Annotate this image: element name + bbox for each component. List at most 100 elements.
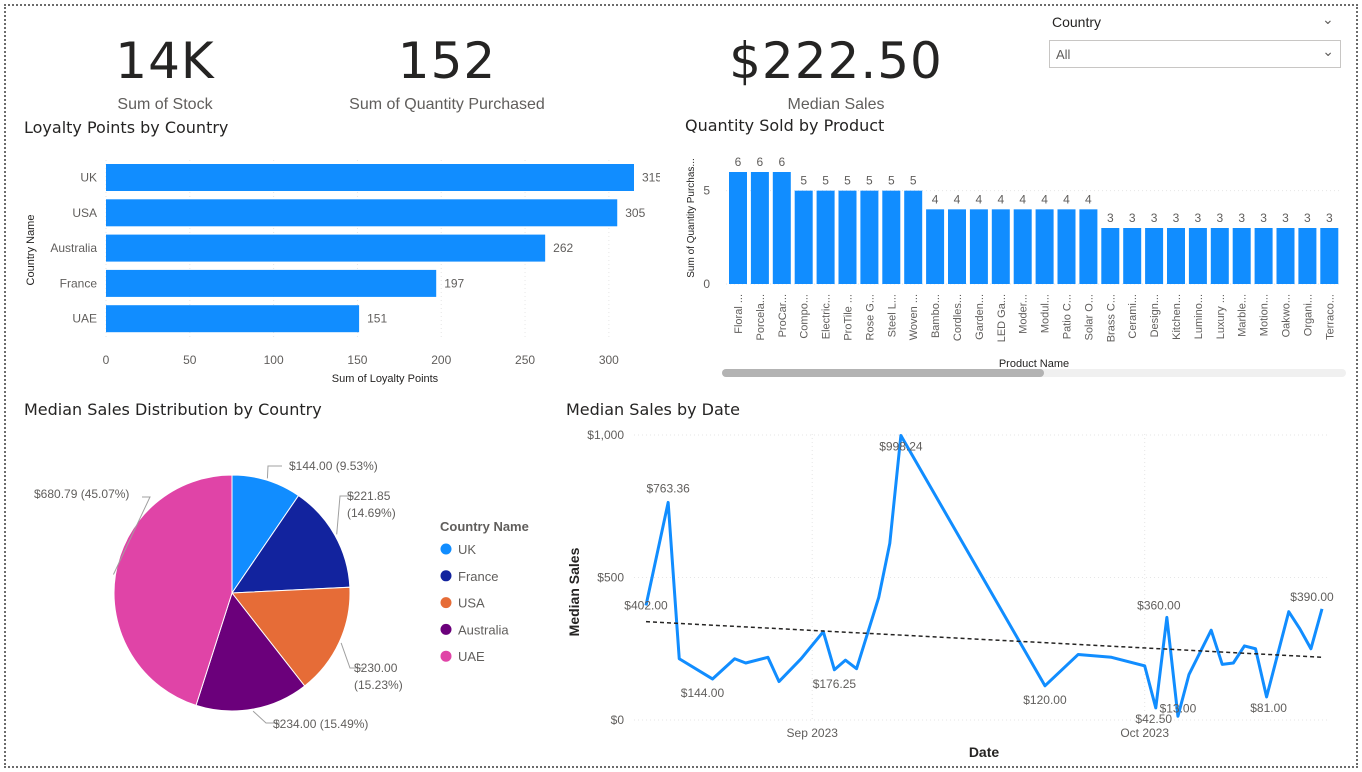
- legend-label: UAE: [458, 649, 485, 664]
- bar: [1210, 228, 1229, 284]
- series-line: [644, 434, 1324, 718]
- legend-marker: [440, 597, 452, 609]
- bar: [991, 209, 1010, 284]
- data-label: 4: [1085, 192, 1092, 206]
- x-tick-label: 100: [264, 353, 284, 367]
- x-tick-label: Lumino...: [1193, 294, 1205, 339]
- data-label: 262: [553, 241, 573, 255]
- data-label: 5: [822, 174, 829, 188]
- data-label: 305: [625, 206, 645, 220]
- x-tick-label: Motion...: [1259, 294, 1271, 336]
- data-label: $680.79 (45.07%): [34, 487, 129, 501]
- bar: [860, 190, 879, 284]
- legend-label: USA: [458, 596, 485, 611]
- data-label: 3: [1282, 211, 1289, 225]
- country-slicer-dropdown[interactable]: All ⌄: [1049, 40, 1341, 68]
- x-tick-label: 300: [599, 353, 619, 367]
- x-tick-label: Cordles...: [952, 294, 964, 341]
- kpi-card-median-sales: $222.50 Median Sales: [716, 36, 956, 114]
- bar: [1013, 209, 1032, 284]
- x-tick-label: Cerami...: [1127, 294, 1139, 339]
- y-axis-title: Median Sales: [566, 547, 582, 636]
- data-label: (14.69%): [347, 506, 396, 520]
- y-tick-label: $0: [611, 713, 625, 727]
- data-label: 4: [976, 192, 983, 206]
- horizontal-scrollbar[interactable]: [722, 369, 1346, 377]
- data-label: 4: [932, 192, 939, 206]
- bar: [1145, 228, 1164, 284]
- data-label: 3: [1151, 211, 1158, 225]
- bar: [1057, 209, 1076, 284]
- data-label: $13.00: [1160, 701, 1197, 715]
- legend-marker: [440, 650, 452, 662]
- x-tick-label: Luxury ...: [1215, 294, 1227, 339]
- legend-marker: [440, 623, 452, 635]
- data-label: $390.00: [1290, 590, 1334, 604]
- bar: [838, 190, 857, 284]
- data-label: 197: [444, 276, 464, 290]
- legend-label: Australia: [458, 622, 509, 637]
- data-label: 4: [1041, 192, 1048, 206]
- bar: [1035, 209, 1054, 284]
- data-label: $81.00: [1250, 701, 1287, 715]
- legend-marker: [440, 570, 452, 582]
- x-tick-label: Floral ...: [733, 294, 745, 334]
- slicer-selected-value: All: [1056, 47, 1071, 62]
- x-tick-label: 50: [183, 353, 197, 367]
- kpi-value: 14K: [115, 32, 215, 90]
- data-label: 4: [997, 192, 1004, 206]
- data-label: $221.85: [347, 489, 391, 503]
- bar: [1188, 228, 1207, 284]
- y-tick-label: $1,000: [587, 428, 624, 442]
- data-label: 3: [1129, 211, 1136, 225]
- bar: [794, 190, 813, 284]
- bar: [106, 164, 634, 191]
- sales-pie-chart: $144.00 (9.53%) $221.85 (14.69%) $230.00 (15…: [34, 459, 529, 731]
- data-label: 151: [367, 312, 387, 326]
- chevron-down-icon[interactable]: ⌄: [1322, 12, 1334, 28]
- x-tick-label: Terraco...: [1324, 294, 1336, 340]
- bar: [1276, 228, 1295, 284]
- bar: [750, 172, 769, 284]
- data-label: (15.23%): [354, 678, 403, 692]
- x-tick-label: Sep 2023: [787, 726, 839, 740]
- data-label: $998.24: [879, 440, 923, 454]
- bar: [729, 172, 747, 284]
- bar: [969, 209, 988, 284]
- data-label: $144.00 (9.53%): [289, 459, 378, 473]
- kpi-label: Sum of Quantity Purchased: [349, 96, 545, 113]
- y-axis-title: Country Name: [25, 215, 37, 286]
- kpi-card-stock: 14K Sum of Stock: [80, 36, 250, 114]
- data-label: 3: [1107, 211, 1114, 225]
- x-tick-label: Compo...: [799, 294, 811, 339]
- x-tick-label: Electric...: [821, 294, 833, 339]
- bar: [948, 209, 966, 284]
- legend-title: Country Name: [440, 519, 529, 534]
- y-tick-label: UK: [80, 171, 97, 185]
- bar: [1101, 228, 1120, 284]
- x-tick-label: ProCar...: [777, 294, 789, 337]
- legend-label: UK: [458, 542, 476, 557]
- x-tick-label: Oct 2023: [1120, 726, 1169, 740]
- bar: [1320, 228, 1339, 284]
- data-label: 3: [1216, 211, 1223, 225]
- data-label: $234.00 (15.49%): [273, 717, 368, 731]
- scrollbar-thumb[interactable]: [722, 369, 1044, 377]
- bar: [106, 269, 437, 297]
- y-tick-label: 5: [703, 184, 710, 198]
- x-tick-label: Moder...: [1018, 294, 1030, 334]
- chevron-down-icon[interactable]: ⌄: [1322, 44, 1334, 60]
- data-label: 5: [866, 174, 873, 188]
- x-tick-label: Rose G...: [864, 294, 876, 340]
- bar: [816, 190, 835, 284]
- kpi-label: Sum of Stock: [117, 96, 213, 113]
- kpi-value: 152: [397, 32, 497, 90]
- data-label: 3: [1326, 211, 1333, 225]
- y-tick-label: USA: [72, 206, 97, 220]
- bar: [772, 172, 791, 284]
- loyalty-bar-chart: 0 50 100 150 200 250 300 UK 315 USA 305 Australia 26…: [25, 160, 660, 385]
- line-chart-title: Median Sales by Date: [566, 400, 740, 419]
- data-label: $402.00: [624, 598, 668, 612]
- x-tick-label: 250: [515, 353, 535, 367]
- bar: [1167, 228, 1185, 284]
